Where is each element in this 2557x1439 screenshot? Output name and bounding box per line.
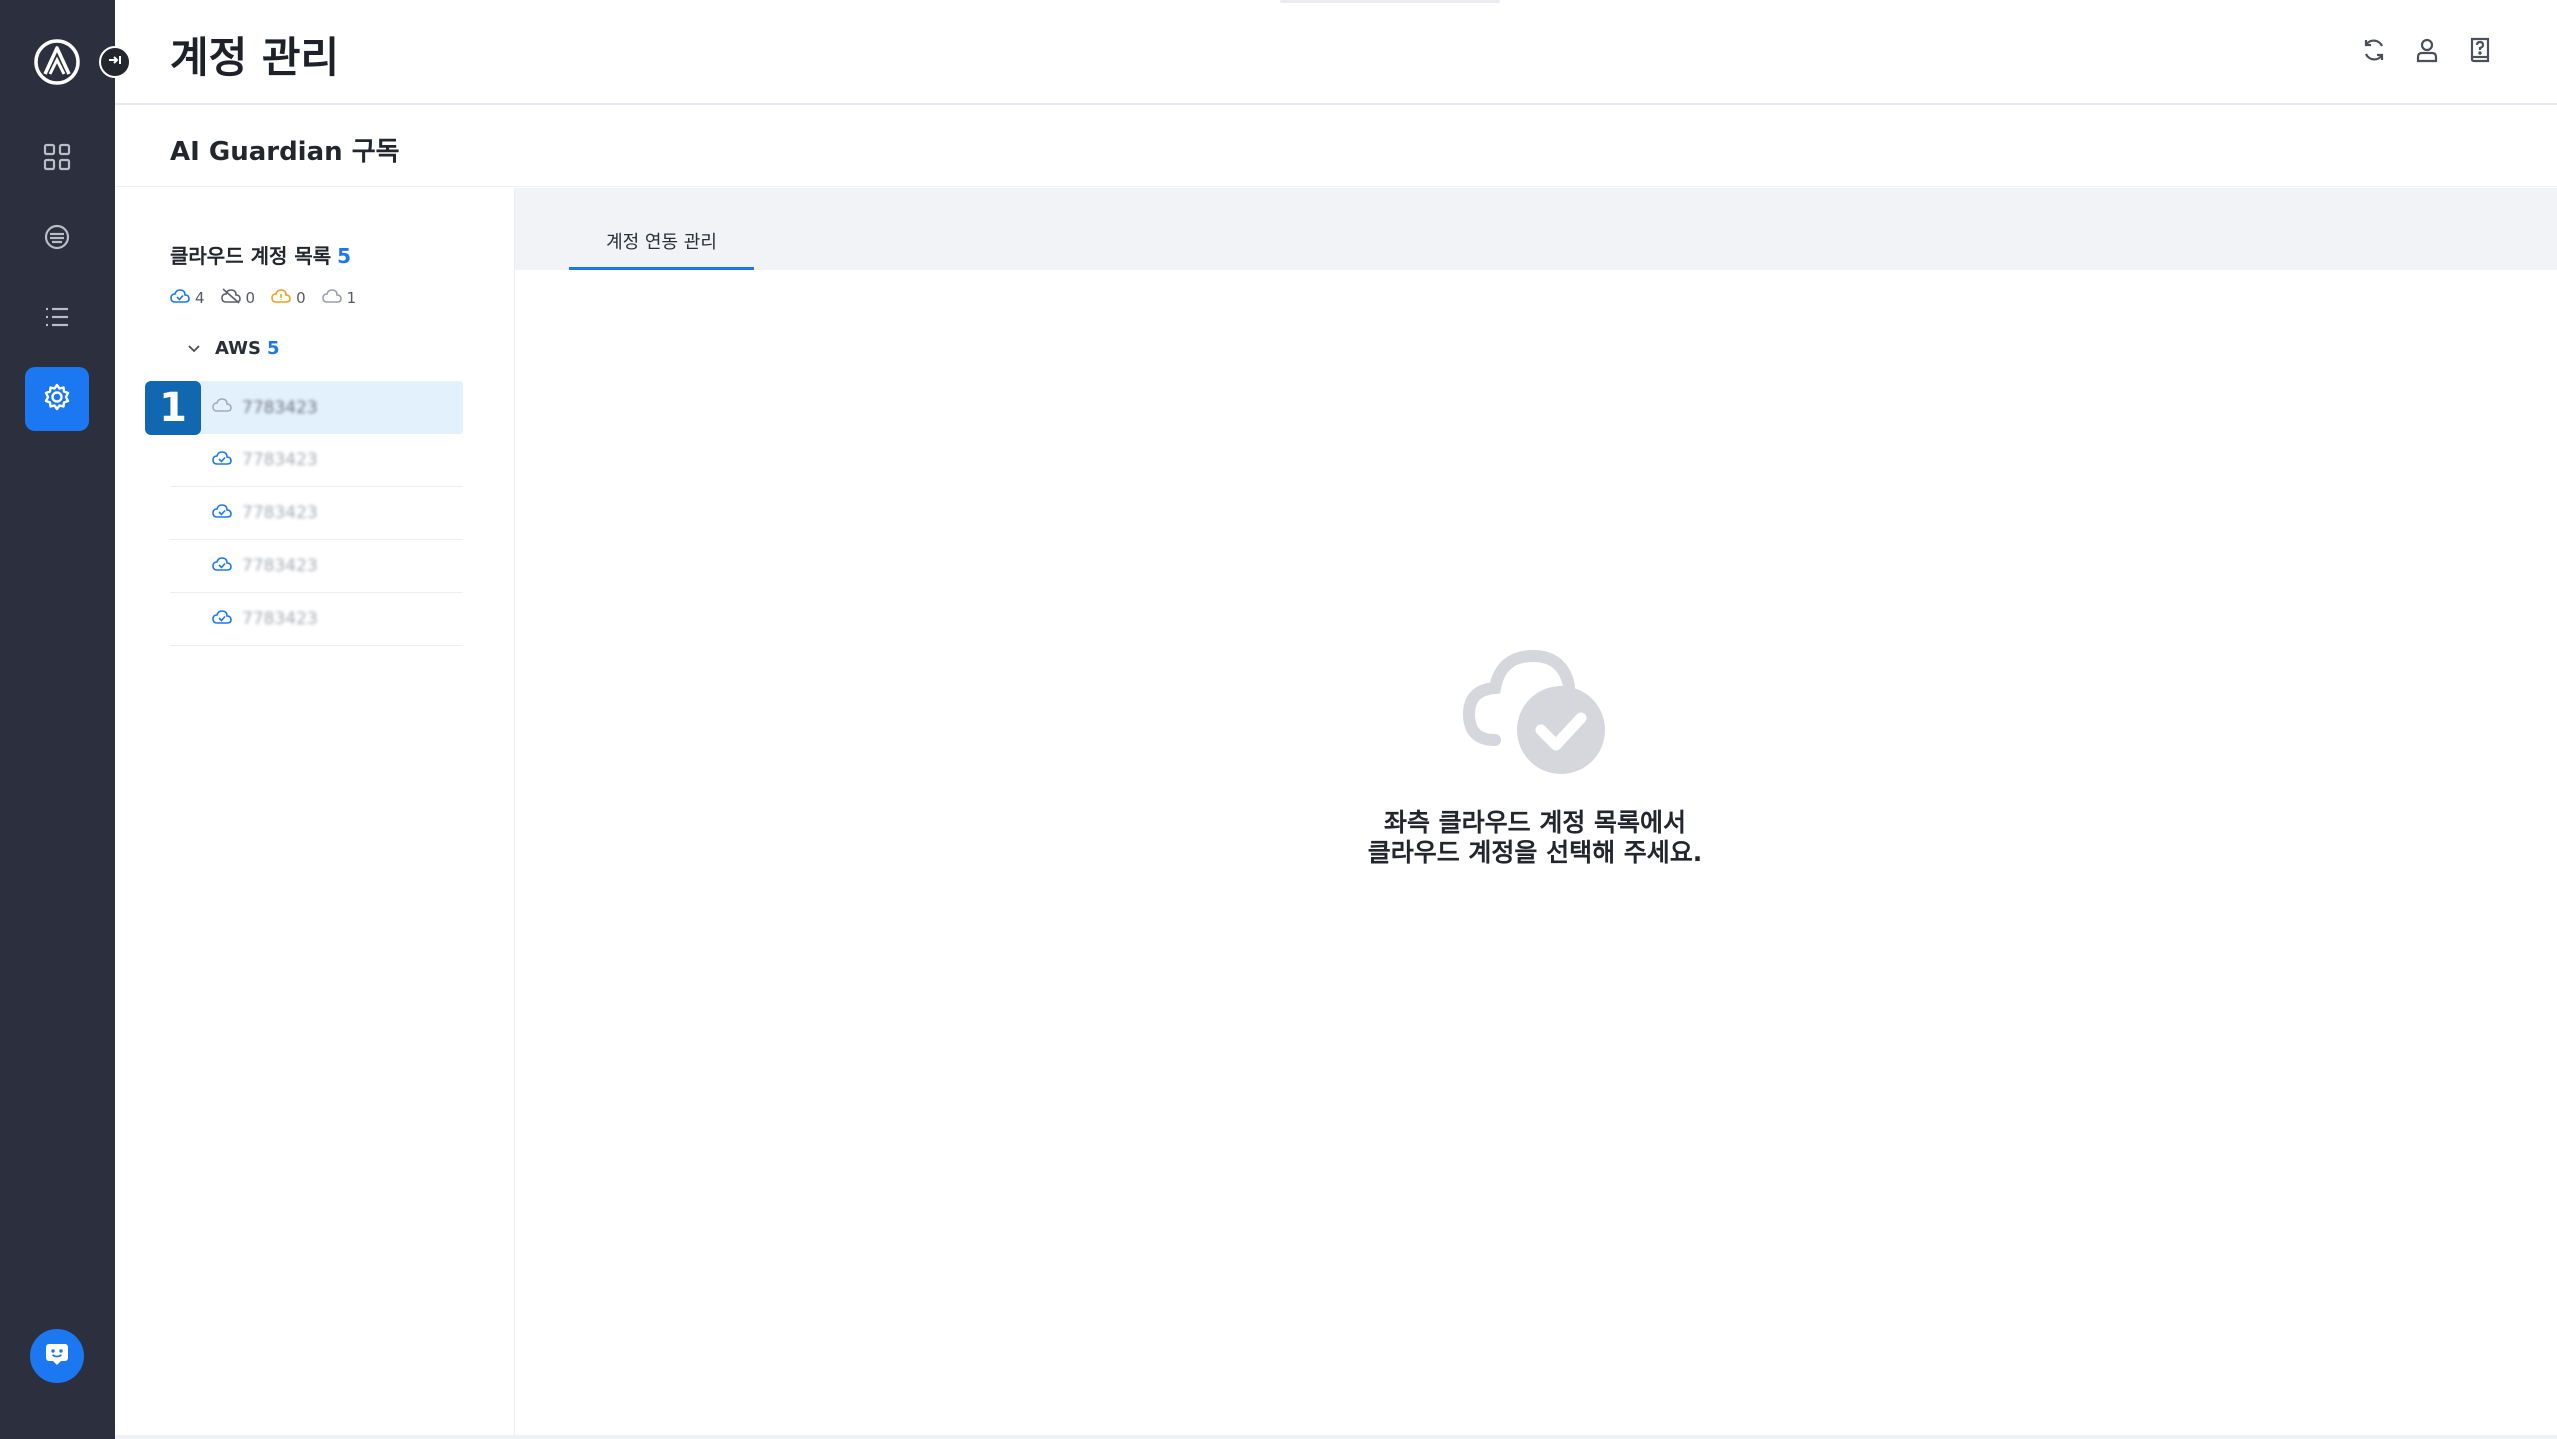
cloud-connected-icon [212,503,232,524]
account-list: 7783423 7783423 7783423 7783423 7783423 [170,381,463,646]
account-row-selected[interactable]: 7783423 [170,381,463,434]
nav-assets[interactable] [25,207,89,271]
bottom-divider [115,1435,2557,1439]
account-list-title: 클라우드 계정 목록 5 [170,240,351,269]
chat-button[interactable] [30,1329,84,1383]
nav-dashboard[interactable] [25,127,89,191]
group-aws[interactable]: AWS 5 [187,338,279,359]
gear-icon [42,382,72,416]
account-list-title-text: 클라우드 계정 목록 [170,244,332,268]
tab-account-link-management[interactable]: 계정 연동 관리 [569,228,754,270]
top-divider [1280,0,1500,3]
cloud-warning-icon [271,288,291,308]
account-id: 7783423 [242,450,318,470]
grid-icon [42,142,72,176]
empty-state-message: 좌측 클라우드 계정 목록에서 클라우드 계정을 선택해 주세요. [1335,808,1735,868]
status-connected-count: 4 [195,289,205,307]
account-id: 7783423 [242,503,318,523]
account-row[interactable]: 7783423 [170,434,463,487]
refresh-icon [2360,36,2388,68]
account-id: 7783423 [242,609,318,629]
step-badge: 1 [145,381,201,435]
status-empty[interactable]: 1 [321,288,357,308]
page-title: 계정 관리 [170,33,340,82]
account-row[interactable]: 7783423 [170,487,463,540]
tab-bar: 계정 연동 관리 [515,188,2557,270]
cloud-connected-icon [212,450,232,471]
database-icon [41,221,73,257]
cloud-connected-icon [170,288,190,308]
account-id: 7783423 [242,397,318,418]
status-warning-count: 0 [296,289,306,307]
account-list-count: 5 [337,244,352,268]
subscription-title: AI Guardian 구독 [170,137,400,167]
cloud-connected-icon [212,609,232,630]
refresh-button[interactable] [2356,34,2392,70]
cloud-disconnected-icon [220,288,241,308]
cloud-check-icon [1455,640,1615,780]
status-warning[interactable]: 0 [271,288,306,308]
sidebar-collapse-button[interactable] [99,46,131,78]
top-header: 계정 관리 [115,0,2557,105]
status-disconnected-count: 0 [245,289,256,307]
empty-state-line2: 클라우드 계정을 선택해 주세요. [1367,838,1703,867]
cloud-empty-icon [321,288,342,308]
nav-settings[interactable] [25,367,89,431]
help-button[interactable] [2462,34,2498,70]
logo[interactable] [33,38,81,86]
cloud-account-panel: 클라우드 계정 목록 5 4 0 0 1 AWS 5 7783423 77834… [115,188,515,1439]
left-nav [0,0,115,1439]
account-row[interactable]: 7783423 [170,540,463,593]
empty-state: 좌측 클라우드 계정 목록에서 클라우드 계정을 선택해 주세요. [1335,640,1735,868]
status-empty-count: 1 [346,289,357,307]
empty-state-line1: 좌측 클라우드 계정 목록에서 [1383,808,1687,837]
subheader: AI Guardian 구독 [115,107,2557,187]
nav-list[interactable] [25,287,89,351]
user-button[interactable] [2409,34,2445,70]
expand-arrow-icon [107,52,123,72]
help-book-icon [2466,36,2494,68]
cloud-empty-icon [212,397,232,418]
chat-icon [43,1340,71,1372]
chevron-down-icon [187,338,201,359]
status-connected[interactable]: 4 [170,288,205,308]
status-disconnected[interactable]: 0 [220,288,256,308]
status-summary: 4 0 0 1 [170,288,356,308]
account-id: 7783423 [242,556,318,576]
account-row[interactable]: 7783423 [170,593,463,646]
group-count: 5 [266,338,280,359]
list-icon [42,302,72,336]
group-name: AWS [215,338,261,359]
user-icon [2413,36,2441,68]
cloud-connected-icon [212,556,232,577]
